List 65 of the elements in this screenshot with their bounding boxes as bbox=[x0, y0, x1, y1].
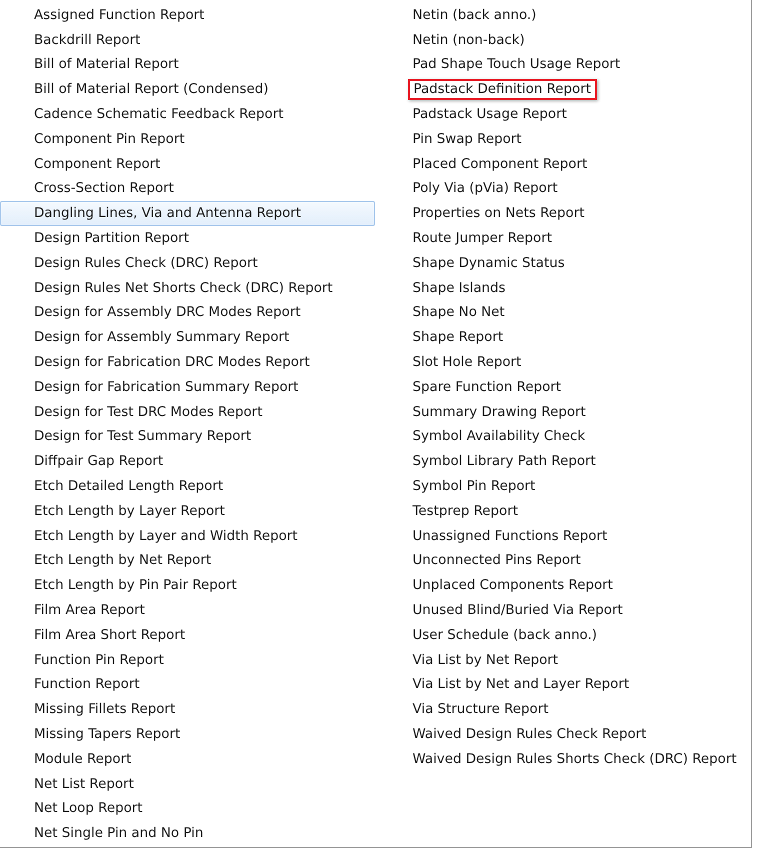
menu-item[interactable]: Design for Fabrication DRC Modes Report bbox=[0, 350, 374, 375]
menu-item[interactable]: Via Structure Report bbox=[374, 697, 751, 722]
menu-item[interactable]: Etch Length by Layer Report bbox=[0, 498, 374, 524]
menu-item[interactable]: Properties on Nets Report bbox=[374, 201, 751, 226]
menu-item[interactable]: Padstack Definition Report bbox=[374, 77, 751, 102]
menu-item[interactable]: Shape Islands bbox=[374, 276, 751, 301]
menu-item[interactable]: Film Area Short Report bbox=[0, 622, 374, 648]
menu-item[interactable]: Shape Report bbox=[374, 325, 751, 350]
menu-item[interactable]: Net Single Pin and No Pin bbox=[0, 821, 374, 846]
menu-item[interactable]: User Schedule (back anno.) bbox=[374, 622, 751, 648]
menu-item[interactable]: Design Rules Net Shorts Check (DRC) Report bbox=[0, 276, 374, 301]
menu-item[interactable]: Summary Drawing Report bbox=[374, 400, 751, 425]
menu-item[interactable]: Film Area Report bbox=[0, 598, 374, 623]
menu-item[interactable]: Function Report bbox=[0, 672, 374, 698]
menu-item[interactable]: Unplaced Components Report bbox=[374, 573, 751, 598]
menu-item[interactable]: Design for Test Summary Report bbox=[0, 424, 374, 450]
menu-item[interactable]: Unused Blind/Buried Via Report bbox=[374, 598, 751, 623]
menu-item[interactable]: Etch Length by Layer and Width Report bbox=[0, 524, 374, 549]
menu-item[interactable]: Etch Length by Net Report bbox=[0, 548, 374, 574]
menu-item[interactable]: Pin Swap Report bbox=[374, 126, 751, 152]
menu-item[interactable]: Design Partition Report bbox=[0, 226, 374, 251]
menu-item[interactable]: Symbol Library Path Report bbox=[374, 449, 751, 474]
menu-item[interactable]: Assigned Function Report bbox=[0, 3, 374, 28]
menu-item[interactable]: Netin (back anno.) bbox=[374, 3, 751, 28]
menu-item[interactable]: Unassigned Functions Report bbox=[374, 524, 751, 549]
menu-item[interactable]: Symbol Availability Check bbox=[374, 424, 751, 450]
menu-item[interactable]: Component Report bbox=[0, 152, 374, 177]
menu-item[interactable]: Padstack Usage Report bbox=[374, 102, 751, 127]
menu-item[interactable]: Waived Design Rules Check Report bbox=[374, 722, 751, 747]
menu-item[interactable]: Poly Via (pVia) Report bbox=[374, 176, 751, 202]
menu-item[interactable]: Design Rules Check (DRC) Report bbox=[0, 250, 374, 276]
menu-item[interactable]: Net List Report bbox=[0, 772, 374, 796]
menu-item[interactable]: Module Report bbox=[0, 746, 374, 772]
menu-item[interactable]: Bill of Material Report (Condensed) bbox=[0, 77, 374, 102]
menu-item[interactable]: Design for Assembly Summary Report bbox=[0, 325, 374, 350]
menu-item[interactable]: Etch Length by Pin Pair Report bbox=[0, 573, 374, 598]
menu-item[interactable]: Component Pin Report bbox=[0, 126, 374, 152]
menu-item[interactable]: Route Jumper Report bbox=[374, 226, 751, 251]
menu-item[interactable]: Placed Component Report bbox=[374, 152, 751, 177]
menu-item[interactable]: Missing Fillets Report bbox=[0, 697, 374, 722]
menu-item[interactable]: Backdrill Report bbox=[0, 28, 374, 53]
menu-item[interactable]: Design for Assembly DRC Modes Report bbox=[0, 300, 374, 326]
menu-item[interactable]: Spare Function Report bbox=[374, 374, 751, 400]
menu-item[interactable]: Symbol Pin Report bbox=[374, 474, 751, 499]
menu-item[interactable]: Design for Test DRC Modes Report bbox=[0, 400, 374, 425]
menu-item[interactable]: Waived Design Rules Shorts Check (DRC) Report bbox=[374, 746, 751, 772]
menu-item[interactable]: Function Pin Report bbox=[0, 648, 374, 673]
menu-item[interactable]: Missing Tapers Report bbox=[0, 722, 374, 747]
menu-item[interactable]: Unconnected Pins Report bbox=[374, 548, 751, 574]
menu-item[interactable]: Design for Fabrication Summary Report bbox=[0, 374, 374, 400]
menu-item[interactable]: Etch Detailed Length Report bbox=[0, 474, 374, 499]
menu-item[interactable]: Via List by Net Report bbox=[374, 648, 751, 673]
menu-item[interactable]: Via List by Net and Layer Report bbox=[374, 672, 751, 698]
menu-item[interactable]: Netin (non-back) bbox=[374, 28, 751, 53]
menu-item[interactable]: Cadence Schematic Feedback Report bbox=[0, 102, 374, 127]
menu-item[interactable]: Diffpair Gap Report bbox=[0, 449, 374, 474]
menu-item[interactable]: Shape Dynamic Status bbox=[374, 250, 751, 276]
menu-item[interactable]: Slot Hole Report bbox=[374, 350, 751, 375]
menu-item[interactable]: Bill of Material Report bbox=[0, 52, 374, 78]
menu-item[interactable]: Net Loop Report bbox=[0, 796, 374, 822]
menu-item[interactable]: Pad Shape Touch Usage Report bbox=[374, 52, 751, 78]
menu-item[interactable]: Cross-Section Report bbox=[0, 176, 374, 202]
menu-item[interactable]: Shape No Net bbox=[374, 300, 751, 326]
menu-item[interactable]: Testprep Report bbox=[374, 498, 751, 524]
menu-item[interactable]: Dangling Lines, Via and Antenna Report bbox=[0, 201, 374, 226]
